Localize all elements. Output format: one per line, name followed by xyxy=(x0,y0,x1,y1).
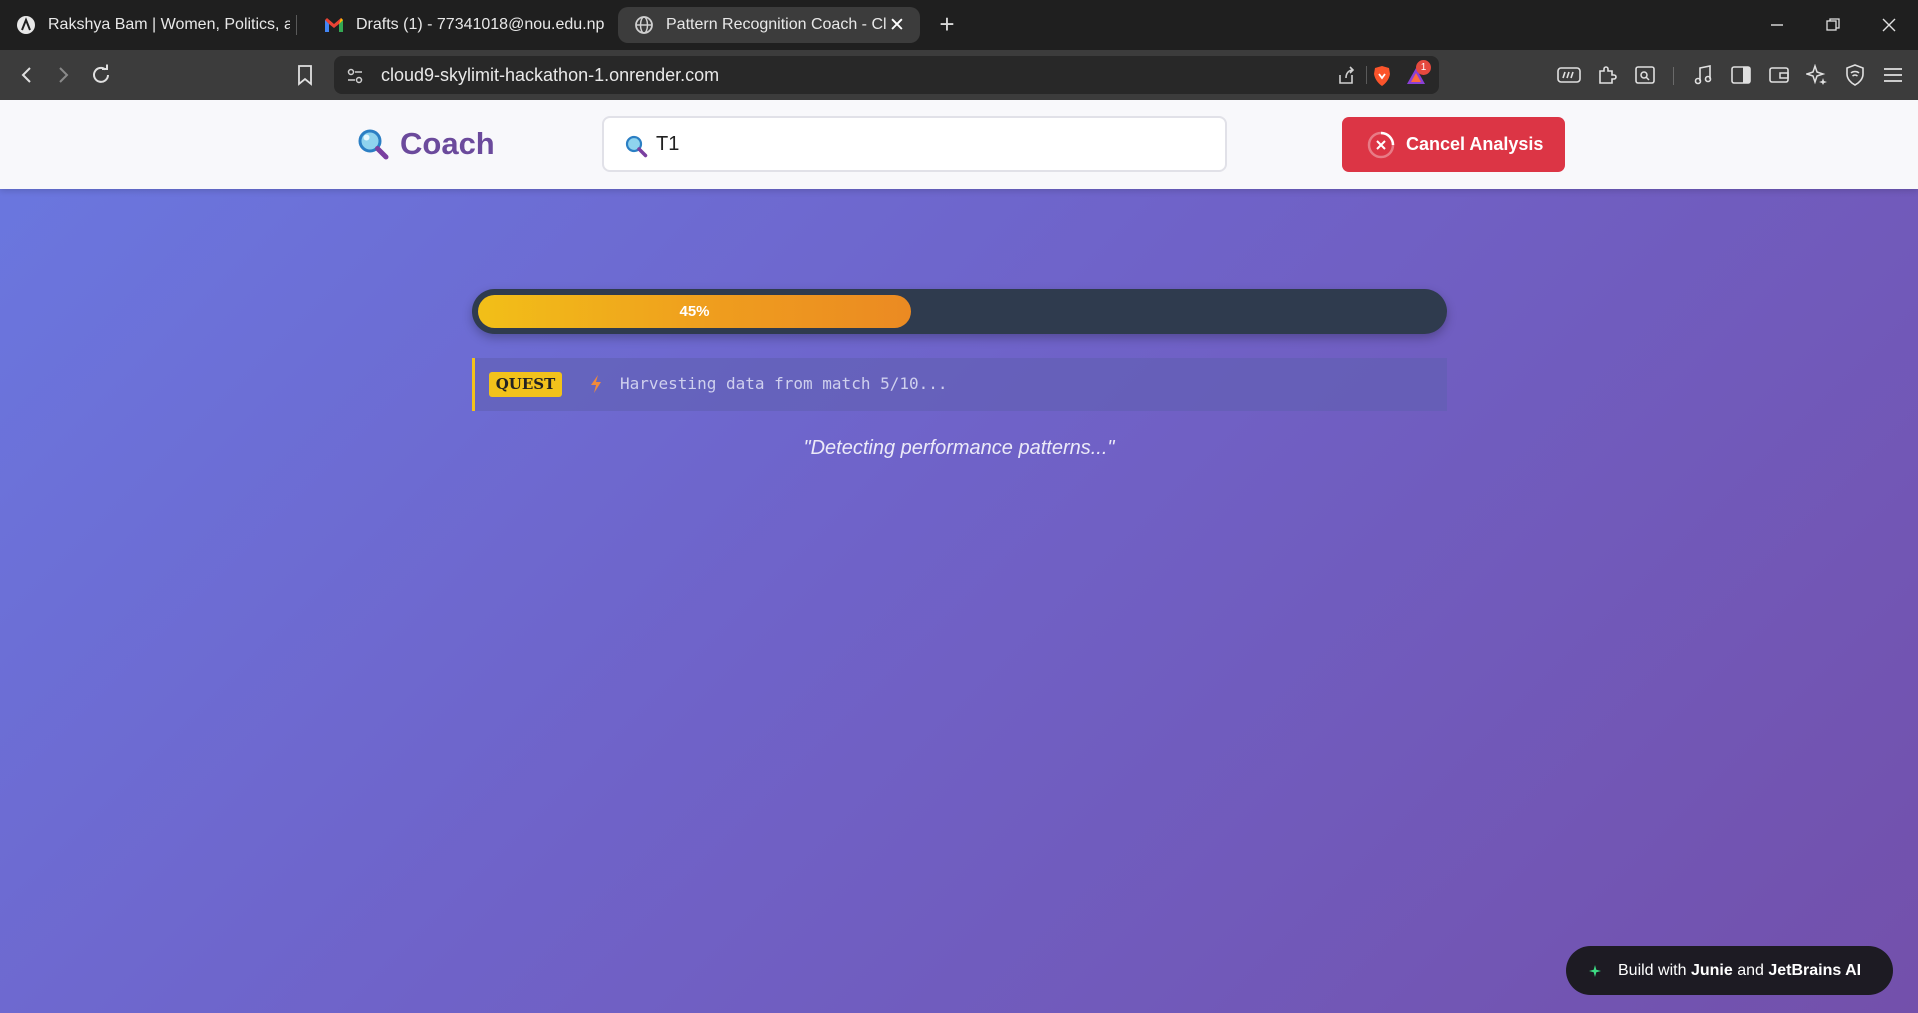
music-icon[interactable] xyxy=(1690,62,1716,88)
tab-pattern-recognition-coach[interactable]: Pattern Recognition Coach - Clou ✕ xyxy=(618,7,920,43)
cancel-analysis-label: Cancel Analysis xyxy=(1406,134,1544,154)
close-window-icon[interactable] xyxy=(1874,10,1904,40)
tab-gmail-drafts[interactable]: Drafts (1) - 77341018@nou.edu.np - I xyxy=(308,7,604,43)
minimize-icon[interactable] xyxy=(1762,10,1792,40)
reading-mode-icon[interactable] xyxy=(1556,62,1582,88)
junie-promo-button[interactable]: Build with Junie and JetBrains AI xyxy=(1566,946,1893,995)
loading-tagline: "Detecting performance patterns..." xyxy=(803,437,1115,459)
sidebar-icon[interactable] xyxy=(1728,62,1754,88)
wallet-icon[interactable] xyxy=(1766,62,1792,88)
app-logo[interactable]: Coach xyxy=(356,126,495,162)
app-header: Coach T1 Cancel Analysis xyxy=(0,100,1918,189)
page-search-icon[interactable] xyxy=(1632,62,1658,88)
progress-percent: 45% xyxy=(679,303,710,320)
url-text: cloud9-skylimit-hackathon-1.onrender.com xyxy=(381,65,720,85)
status-message: Harvesting data from match 5/10... xyxy=(620,374,948,393)
junie-prefix: Build with xyxy=(1618,961,1687,979)
magnifier-icon xyxy=(358,129,389,160)
junie-spark-icon xyxy=(1589,964,1601,977)
cancel-analysis-button[interactable]: Cancel Analysis xyxy=(1342,117,1565,172)
analysis-progress-bar: 45% xyxy=(472,289,1447,334)
bookmark-icon[interactable] xyxy=(292,62,318,88)
new-tab-button[interactable]: + xyxy=(935,11,959,37)
site-settings-icon[interactable] xyxy=(344,65,366,87)
logo-text: Coach xyxy=(400,126,495,161)
progress-fill: 45% xyxy=(478,295,911,328)
back-icon[interactable] xyxy=(14,62,40,88)
tab-divider xyxy=(296,15,297,35)
url-divider xyxy=(1366,66,1367,84)
address-bar[interactable]: cloud9-skylimit-hackathon-1.onrender.com xyxy=(334,56,1439,94)
leo-ai-icon[interactable] xyxy=(1804,62,1830,88)
tab-title: Drafts (1) - 77341018@nou.edu.np - I xyxy=(356,16,604,33)
menu-icon[interactable] xyxy=(1880,62,1906,88)
browser-tab-bar: Rakshya Bam | Women, Politics, and E Dra… xyxy=(0,0,1918,50)
quest-badge: QUEST xyxy=(489,372,562,397)
brave-shields-icon[interactable] xyxy=(1371,65,1393,87)
status-log-entry: QUEST Harvesting data from match 5/10... xyxy=(472,358,1447,411)
toolbar-divider xyxy=(1673,67,1674,85)
junie-mid: and xyxy=(1737,961,1764,979)
search-value: T1 xyxy=(656,133,680,155)
browser-toolbar: cloud9-skylimit-hackathon-1.onrender.com… xyxy=(0,50,1918,100)
search-icon xyxy=(625,135,648,158)
rewards-notification-badge: 1 xyxy=(1416,60,1431,75)
globe-icon xyxy=(634,15,654,35)
tab-title: Rakshya Bam | Women, Politics, and E xyxy=(48,16,290,33)
tab-title: Pattern Recognition Coach - Clou xyxy=(666,16,886,33)
tab-rakshya-bam[interactable]: Rakshya Bam | Women, Politics, and E xyxy=(0,7,290,43)
restore-icon[interactable] xyxy=(1818,10,1848,40)
page-content: Coach T1 Cancel Analysis 45% QUEST Harve… xyxy=(0,100,1918,1013)
lightning-icon xyxy=(591,375,601,393)
forward-icon[interactable] xyxy=(50,62,76,88)
search-input[interactable]: T1 xyxy=(602,116,1227,172)
vpn-icon[interactable] xyxy=(1842,62,1868,88)
share-icon[interactable] xyxy=(1335,65,1357,87)
document-globe-icon xyxy=(16,15,36,35)
extensions-icon[interactable] xyxy=(1594,62,1620,88)
cancel-spinner-icon xyxy=(1367,131,1395,158)
close-tab-icon[interactable]: ✕ xyxy=(886,14,908,37)
gmail-icon xyxy=(324,15,344,35)
jetbrains-ai-brand: JetBrains AI xyxy=(1768,961,1862,979)
junie-brand: Junie xyxy=(1690,961,1733,979)
reload-icon[interactable] xyxy=(88,62,114,88)
